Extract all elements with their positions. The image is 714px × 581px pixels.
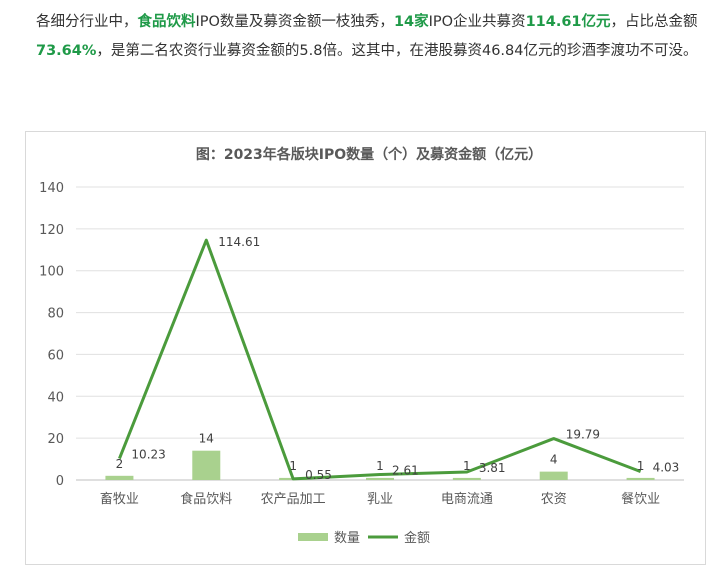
bar-data-label: 14 bbox=[199, 432, 214, 446]
body-text: IPO数量及募资金额一枝独秀， bbox=[195, 14, 394, 30]
bar-data-label: 2 bbox=[116, 457, 124, 471]
line-data-label: 4.03 bbox=[653, 461, 680, 475]
bar-count bbox=[452, 477, 481, 480]
x-tick-label: 电商流通 bbox=[441, 492, 493, 507]
x-tick-label: 乳业 bbox=[367, 492, 393, 507]
body-text: IPO企业共募资 bbox=[428, 14, 526, 30]
x-tick-label: 农资 bbox=[541, 492, 567, 507]
line-amount bbox=[118, 238, 642, 481]
chart-title: 图：2023年各版块IPO数量（个）及募资金额（亿元） bbox=[196, 146, 542, 163]
y-tick-label: 140 bbox=[39, 181, 64, 196]
y-tick-label: 20 bbox=[47, 432, 64, 447]
bar-count bbox=[366, 477, 394, 480]
line-data-label: 0.55 bbox=[305, 468, 332, 482]
bar-data-label: 4 bbox=[550, 453, 558, 467]
x-tick-label: 食品饮料 bbox=[180, 491, 232, 507]
legend-swatch-count bbox=[298, 533, 328, 541]
x-tick-label: 畜牧业 bbox=[100, 491, 139, 507]
body-text: ，是第二名农资行业募资金额的5.8倍。这其中，在港股募资46.84亿元的珍酒李渡… bbox=[96, 43, 698, 59]
legend-label-amount: 金额 bbox=[404, 530, 430, 546]
bar-data-label: 1 bbox=[376, 459, 384, 473]
line-data-label: 10.23 bbox=[131, 448, 165, 462]
intro-paragraph: 各细分行业中，食品饮料IPO数量及募资金额一枝独秀，14家IPO企业共募资114… bbox=[36, 8, 706, 66]
bar-data-label: 1 bbox=[289, 459, 297, 473]
line-data-label: 2.61 bbox=[392, 464, 419, 478]
y-tick-label: 40 bbox=[47, 390, 64, 405]
ipo-chart: 图：2023年各版块IPO数量（个）及募资金额（亿元） 0 20 40 60 80 100… bbox=[39, 146, 684, 546]
line-data-label: 19.79 bbox=[566, 428, 600, 442]
x-tick-label: 农产品加工 bbox=[261, 492, 326, 507]
highlight-text: 114.61亿元 bbox=[525, 14, 611, 30]
body-text: ，占比总金额 bbox=[610, 14, 698, 30]
bar-count bbox=[192, 450, 221, 480]
y-tick-label: 120 bbox=[39, 223, 64, 238]
y-tick-label: 100 bbox=[39, 265, 64, 280]
bar-count bbox=[539, 471, 568, 480]
bar-data-label: 1 bbox=[637, 459, 645, 473]
highlight-text: 14家 bbox=[393, 14, 429, 30]
chart-container: 图：2023年各版块IPO数量（个）及募资金额（亿元） 0 20 40 60 80 100… bbox=[25, 131, 706, 565]
bar-count bbox=[105, 475, 134, 480]
y-tick-label: 0 bbox=[56, 474, 64, 489]
body-text: 各细分行业中， bbox=[36, 14, 138, 30]
y-tick-label: 60 bbox=[47, 348, 64, 363]
legend-label-count: 数量 bbox=[334, 531, 360, 546]
bar-data-label: 1 bbox=[463, 459, 471, 473]
line-data-label: 114.61 bbox=[218, 235, 260, 249]
line-data-label: 3.81 bbox=[479, 461, 506, 475]
x-tick-label: 餐饮业 bbox=[621, 491, 660, 507]
highlight-text: 73.64% bbox=[36, 43, 97, 59]
y-tick-label: 80 bbox=[47, 307, 64, 322]
highlight-text: 食品饮料 bbox=[137, 14, 196, 30]
bar-count bbox=[626, 477, 655, 480]
